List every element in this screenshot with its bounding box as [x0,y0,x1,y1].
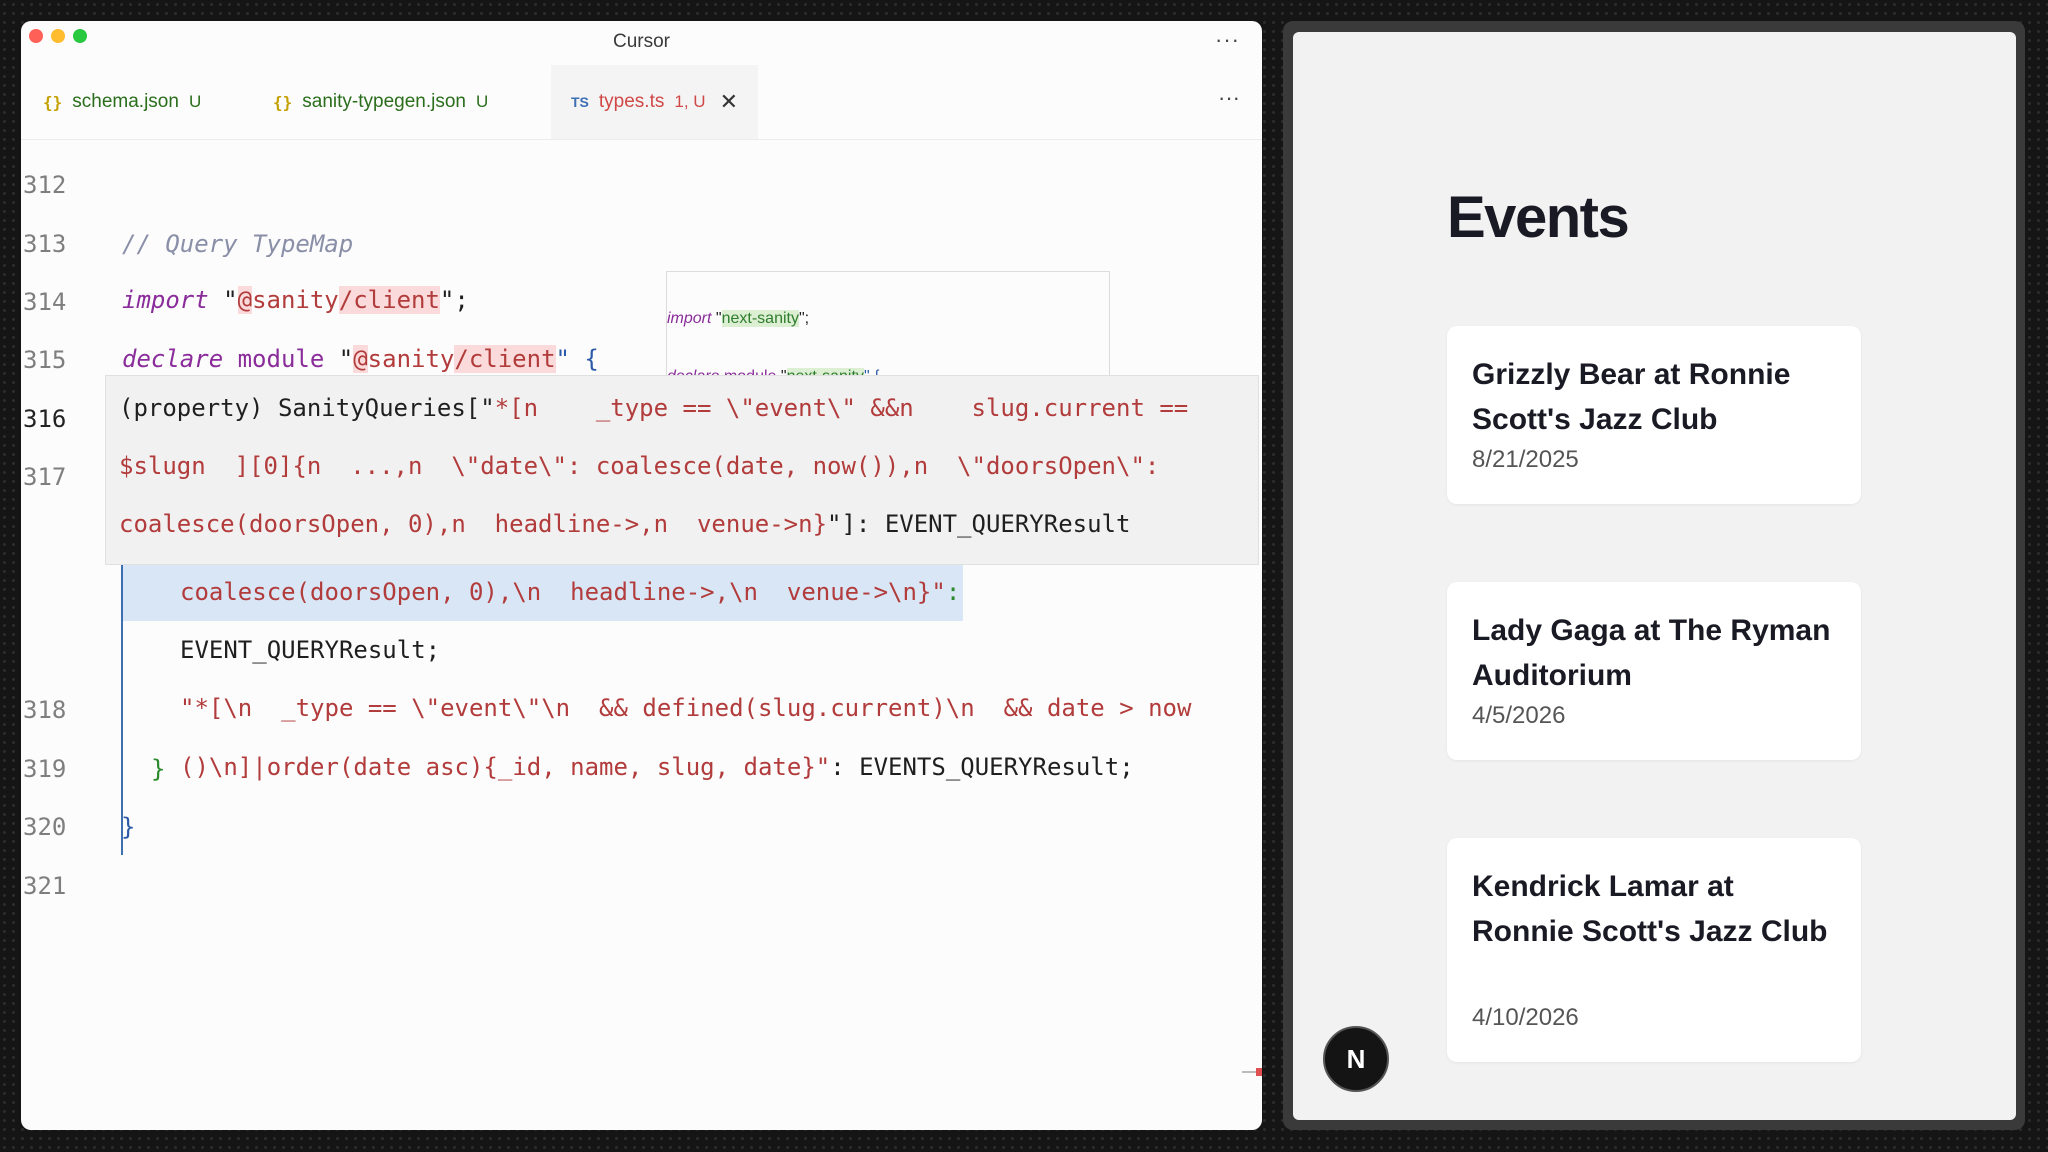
event-date: 4/10/2026 [1472,1004,1579,1031]
line-number: 315 [23,346,67,374]
code-line-result: EVENT_QUERYResult; [180,636,441,664]
scroll-marker[interactable] [1242,1068,1262,1076]
tab-schema-json[interactable]: {} schema.json U [43,65,201,139]
line-number: 317 [23,463,67,491]
code-line-events-query: "*[\n _type == \"event\"\n && defined(sl… [180,694,1192,722]
more-icon[interactable]: ··· [1215,27,1240,53]
event-date: 4/5/2026 [1472,702,1566,729]
tab-types-ts[interactable]: TS types.ts 1, U ✕ [551,65,758,139]
typescript-file-icon: TS [571,94,589,110]
code-editor-window: Cursor ··· {} schema.json U {} sanity-ty… [21,21,1262,1130]
line-number: 319 [23,755,67,783]
peek-definition-popup: import "next-sanity"; declare module "ne… [666,271,1110,378]
tooltip-line: (property) SanityQueries["*[n _type == \… [119,394,1189,422]
selected-code-line: coalesce(doorsOpen, 0),\n headline->,\n … [123,563,963,621]
event-card[interactable]: Kendrick Lamar at Ronnie Scott's Jazz Cl… [1447,838,1861,1062]
nextjs-dev-badge[interactable]: N [1323,1026,1389,1092]
event-name: Lady Gaga at The Ryman Auditorium [1472,614,1831,692]
tab-bar: {} schema.json U {} sanity-typegen.json … [21,65,1262,140]
window-title: Cursor [612,31,670,52]
event-date: 8/21/2025 [1472,446,1579,473]
page-title: Events [1447,185,1630,250]
more-icon[interactable]: ··· [1218,85,1240,111]
line-number: 320 [23,813,67,841]
tab-label: types.ts [598,91,665,112]
line-number: 316 [23,405,67,433]
line-number: 313 [23,230,67,258]
json-file-icon: {} [273,92,293,112]
tab-status: U [188,92,202,111]
tab-sanity-typegen-json[interactable]: {} sanity-typegen.json U [273,65,488,139]
line-number: 321 [23,872,67,900]
closing-brace: } [151,755,166,783]
tooltip-line: $slugn ][0]{n ...,n \"date\": coalesce(d… [119,452,1160,480]
line-number: 312 [23,171,67,199]
tab-status: 1, U [674,92,706,111]
tab-label: sanity-typegen.json [302,91,466,112]
code-line-events-query-cont: ()\n]|order(date asc){_id, name, slug, d… [180,753,1134,781]
title-bar: Cursor ··· [21,21,1262,65]
events-preview-page: Events Grizzly Bear at Ronnie Scott's Ja… [1293,32,2016,1120]
line-number: 318 [23,696,67,724]
event-card[interactable]: Grizzly Bear at Ronnie Scott's Jazz Club… [1447,326,1861,504]
json-file-icon: {} [43,92,63,112]
tab-label: schema.json [72,91,179,112]
tab-status: U [475,92,489,111]
closing-brace: } [121,813,136,841]
event-name: Kendrick Lamar at Ronnie Scott's Jazz Cl… [1472,870,1828,948]
event-card[interactable]: Lady Gaga at The Ryman Auditorium 4/5/20… [1447,582,1861,760]
peek-line-import: import "next-sanity"; [667,310,810,327]
close-tab-icon[interactable]: ✕ [720,89,738,115]
code-comment: // Query TypeMap [122,230,354,258]
line-number: 314 [23,288,67,316]
tooltip-line: coalesce(doorsOpen, 0),n headline->,n ve… [119,510,1131,538]
code-line-import: import "@sanity/client"; [122,286,469,314]
type-hover-tooltip: (property) SanityQueries["*[n _type == \… [105,375,1259,565]
event-name: Grizzly Bear at Ronnie Scott's Jazz Club [1472,358,1791,436]
